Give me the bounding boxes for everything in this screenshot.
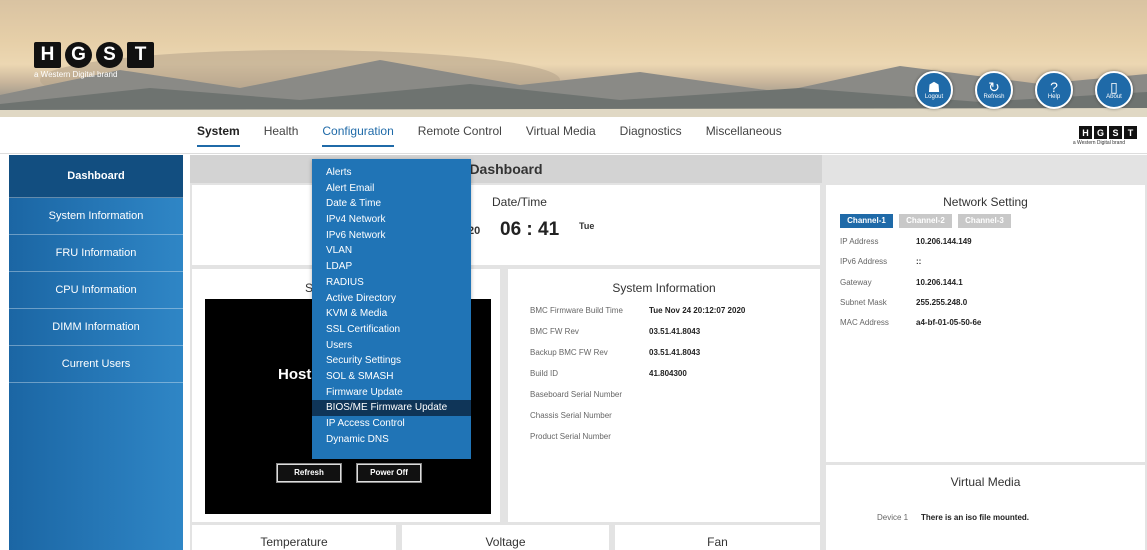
network-row: IPv6 Address:: [840, 257, 922, 266]
menu-item-bios-me-firmware-update[interactable]: BIOS/ME Firmware Update [312, 400, 471, 416]
virtual-media-panel: Virtual Media Device 1 There is an iso fi… [826, 465, 1145, 550]
menu-item-security-settings[interactable]: Security Settings [312, 353, 471, 369]
page-title: Dashboard [190, 155, 822, 183]
temperature-title: Temperature [260, 535, 328, 549]
sidebar-item-cpu-information[interactable]: CPU Information [9, 272, 183, 309]
host-status-text: Host [278, 366, 312, 383]
network-title: Network Setting [943, 195, 1028, 209]
sysinfo-row: Baseboard Serial Number [530, 390, 623, 399]
book-icon: ▯ [1110, 78, 1118, 95]
voltage-title: Voltage [485, 535, 526, 549]
menu-item-ip-access-control[interactable]: IP Access Control [312, 416, 471, 432]
logout-icon: ☗ [927, 78, 941, 95]
top-nav: System Health Configuration Remote Contr… [0, 117, 1147, 154]
sidebar: Dashboard System Information FRU Informa… [9, 155, 183, 550]
virtual-media-title: Virtual Media [950, 475, 1021, 489]
sysinfo-row: Chassis Serial Number [530, 411, 612, 420]
menu-item-ipv6-network[interactable]: IPv6 Network [312, 228, 471, 244]
header-banner: H G S T a Western Digital brand ☗ Logout… [0, 0, 1147, 117]
fan-title: Fan [707, 535, 728, 549]
refresh-button[interactable]: ↻ Refresh [975, 71, 1013, 109]
virtual-media-device-row: Device 1 There is an iso file mounted. [877, 513, 1030, 522]
sysinfo-row: Build ID 41.804300 [530, 369, 687, 378]
help-button[interactable]: ? Help [1035, 71, 1073, 109]
sidebar-item-dimm-information[interactable]: DIMM Information [9, 309, 183, 346]
network-row: Gateway 10.206.144.1 [840, 278, 963, 287]
network-panel: Network Setting Channel-1 Channel-2 Chan… [826, 185, 1145, 462]
clock-time: 06 : 41 [500, 219, 560, 240]
power-off-button[interactable]: Power Off [356, 463, 422, 483]
refresh-host-button[interactable]: Refresh [276, 463, 342, 483]
sidebar-item-dashboard[interactable]: Dashboard [9, 155, 183, 198]
voltage-panel: Voltage [402, 525, 609, 550]
menu-item-firmware-update[interactable]: Firmware Update [312, 385, 471, 401]
hgst-small-logo: HGST [1079, 126, 1137, 139]
system-info-panel: System Information BMC Firmware Build Ti… [508, 269, 820, 522]
menu-item-dynamic-dns[interactable]: Dynamic DNS [312, 432, 471, 448]
sidebar-item-fru-information[interactable]: FRU Information [9, 235, 183, 272]
channel-1-tab[interactable]: Channel-1 [840, 214, 893, 228]
configuration-dropdown-menu: Alerts Alert Email Date & Time IPv4 Netw… [312, 159, 471, 459]
help-icon: ? [1050, 78, 1058, 95]
tab-health[interactable]: Health [252, 117, 311, 153]
menu-item-date-time[interactable]: Date & Time [312, 196, 471, 212]
hgst-logo: H G S T [34, 42, 154, 68]
menu-item-alerts[interactable]: Alerts [312, 165, 471, 181]
small-logo-subtitle: a Western Digital brand [1072, 140, 1125, 146]
sidebar-item-current-users[interactable]: Current Users [9, 346, 183, 383]
channel-3-tab[interactable]: Channel-3 [958, 214, 1011, 228]
sysinfo-row: BMC Firmware Build Time Tue Nov 24 20:12:… [530, 306, 746, 315]
menu-item-ipv4-network[interactable]: IPv4 Network [312, 212, 471, 228]
tab-virtual-media[interactable]: Virtual Media [514, 117, 608, 153]
datetime-panel: Date/Time 20 06 : 41 Tue [192, 185, 820, 265]
system-info-title: System Information [612, 281, 716, 295]
menu-item-users[interactable]: Users [312, 338, 471, 354]
menu-item-alert-email[interactable]: Alert Email [312, 181, 471, 197]
channel-2-tab[interactable]: Channel-2 [899, 214, 952, 228]
about-button[interactable]: ▯ About [1095, 71, 1133, 109]
menu-item-vlan[interactable]: VLAN [312, 243, 471, 259]
tab-remote-control[interactable]: Remote Control [406, 117, 514, 153]
network-row: IP Address 10.206.144.149 [840, 237, 972, 246]
tab-miscellaneous[interactable]: Miscellaneous [694, 117, 794, 153]
brand-subtitle: a Western Digital brand [34, 70, 118, 79]
sysinfo-row: Product Serial Number [530, 432, 611, 441]
network-row: Subnet Mask 255.255.248.0 [840, 298, 968, 307]
sysinfo-row: BMC FW Rev 03.51.41.8043 [530, 327, 701, 336]
menu-item-kvm-media[interactable]: KVM & Media [312, 306, 471, 322]
datetime-title: Date/Time [492, 195, 547, 209]
refresh-icon: ↻ [988, 78, 1000, 95]
tab-diagnostics[interactable]: Diagnostics [608, 117, 694, 153]
clock-day: Tue [579, 221, 595, 231]
menu-item-radius[interactable]: RADIUS [312, 275, 471, 291]
menu-item-sol-smash[interactable]: SOL & SMASH [312, 369, 471, 385]
menu-item-active-directory[interactable]: Active Directory [312, 291, 471, 307]
tab-configuration[interactable]: Configuration [310, 117, 405, 153]
fan-panel: Fan [615, 525, 820, 550]
network-row: MAC Address a4-bf-01-05-50-6e [840, 318, 982, 327]
logout-button[interactable]: ☗ Logout [915, 71, 953, 109]
menu-item-ldap[interactable]: LDAP [312, 259, 471, 275]
sysinfo-row: Backup BMC FW Rev 03.51.41.8043 [530, 348, 701, 357]
sidebar-item-system-information[interactable]: System Information [9, 198, 183, 235]
tab-system[interactable]: System [197, 117, 252, 153]
menu-item-ssl-certification[interactable]: SSL Certification [312, 322, 471, 338]
temperature-panel: Temperature [192, 525, 396, 550]
